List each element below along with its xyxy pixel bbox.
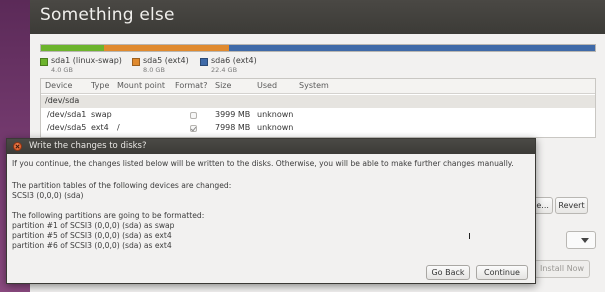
cell-used: unknown (257, 110, 294, 119)
table-header: Device Type Mount point Format? Size Use… (41, 79, 595, 94)
cell-used: unknown (257, 123, 294, 132)
cell-type: ext4 (91, 123, 109, 132)
column-header-system[interactable]: System (299, 81, 329, 90)
dialog-titlebar: Write the changes to disks? (7, 139, 535, 154)
format-checkbox[interactable] (190, 112, 197, 119)
legend-swatch (200, 58, 208, 66)
close-icon[interactable] (13, 142, 22, 151)
column-header-type[interactable]: Type (91, 81, 109, 90)
column-header-used[interactable]: Used (257, 81, 277, 90)
column-header-mount-point[interactable]: Mount point (117, 81, 165, 90)
partition-segment-sda5 (103, 45, 229, 51)
legend-size: 4.0 GB (51, 66, 73, 74)
legend-label: sda5 (ext4) (143, 56, 189, 65)
cell-device: /dev/sda5 (47, 123, 87, 132)
installer-header: Something else (30, 0, 605, 34)
cell-device: /dev/sda (45, 96, 80, 105)
install-now-button[interactable]: Install Now (534, 260, 590, 278)
cell-size: 7998 MB (215, 123, 251, 132)
table-row[interactable]: /dev/sda5 ext4 / 7998 MB unknown (41, 122, 595, 135)
tables-heading: The partition tables of the following de… (12, 181, 232, 190)
page-title: Something else (40, 5, 175, 25)
partition-legend: sda1 (linux-swap) 4.0 GB sda5 (ext4) 8.0… (40, 56, 596, 76)
column-header-format[interactable]: Format? (175, 81, 207, 90)
write-changes-dialog: Write the changes to disks? If you conti… (6, 138, 536, 284)
partition-segment-sda1 (41, 45, 104, 51)
column-header-device[interactable]: Device (45, 81, 72, 90)
partition-table: Device Type Mount point Format? Size Use… (40, 78, 596, 138)
legend-swatch (40, 58, 48, 66)
cell-size: 3999 MB (215, 110, 251, 119)
text-cursor-icon (469, 233, 472, 239)
cell-mount: / (117, 123, 120, 132)
go-back-button[interactable]: Go Back (426, 265, 470, 280)
dialog-title: Write the changes to disks? (29, 141, 147, 151)
table-row[interactable]: /dev/sda (41, 95, 595, 108)
partition-segment-sda6 (228, 45, 595, 51)
cell-type: swap (91, 110, 112, 119)
format-heading: The following partitions are going to be… (12, 211, 205, 220)
legend-swatch (132, 58, 140, 66)
legend-size: 8.0 GB (143, 66, 165, 74)
revert-button[interactable]: Revert (555, 197, 588, 214)
format-item: partition #6 of SCSI3 (0,0,0) (sda) as e… (12, 241, 172, 250)
format-item: partition #1 of SCSI3 (0,0,0) (sda) as s… (12, 221, 175, 230)
tables-device: SCSI3 (0,0,0) (sda) (12, 191, 84, 200)
legend-size: 22.4 GB (211, 66, 238, 74)
table-row[interactable]: /dev/sda1 swap 3999 MB unknown (41, 109, 595, 122)
cell-device: /dev/sda1 (47, 110, 87, 119)
format-checkbox[interactable] (190, 125, 197, 132)
chevron-down-icon (581, 238, 589, 243)
partition-bar (40, 44, 596, 52)
legend-label: sda6 (ext4) (211, 56, 257, 65)
dialog-intro: If you continue, the changes listed belo… (12, 159, 514, 168)
legend-label: sda1 (linux-swap) (51, 56, 122, 65)
format-item: partition #5 of SCSI3 (0,0,0) (sda) as e… (12, 231, 172, 240)
column-header-size[interactable]: Size (215, 81, 231, 90)
boot-loader-device-select[interactable] (566, 231, 596, 249)
continue-button[interactable]: Continue (476, 265, 528, 280)
